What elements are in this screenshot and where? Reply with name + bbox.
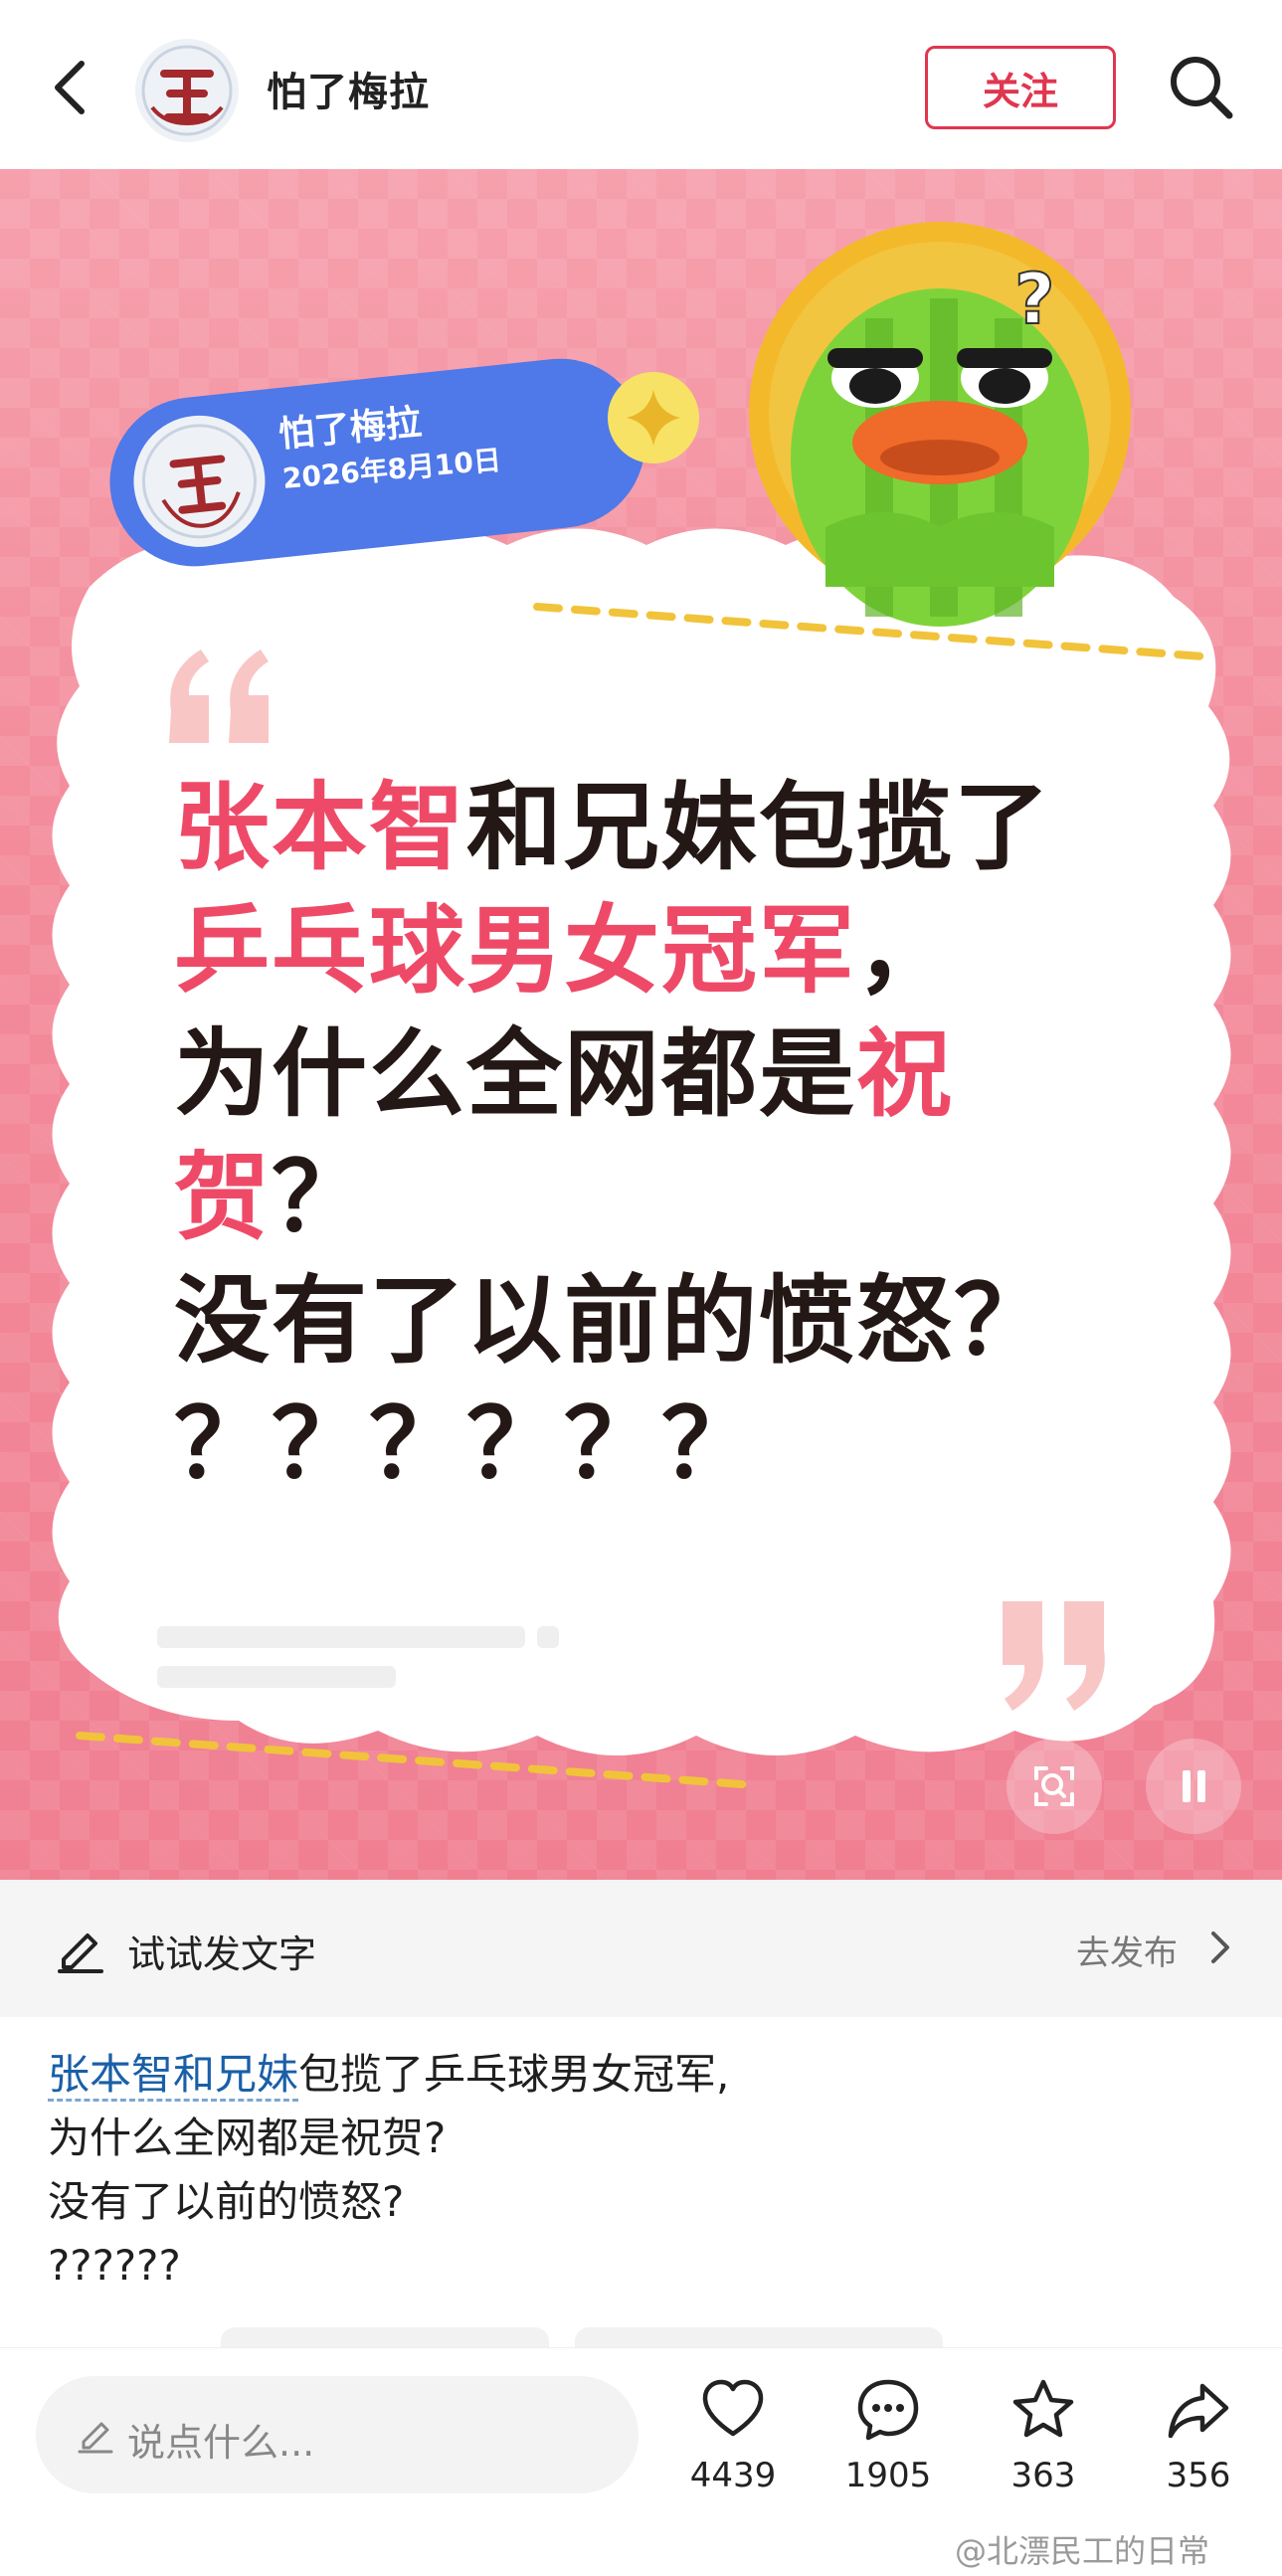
quote-segment: ？？？？？？ (174, 1388, 759, 1500)
scan-button[interactable] (1007, 1739, 1102, 1834)
author-name[interactable]: 怕了梅拉 (267, 60, 430, 117)
post-body: 张本智和兄妹包揽了乒乓球男女冠军, 为什么全网都是祝贺? 没有了以前的愤怒? ?… (48, 2043, 1241, 2298)
post-line-4: ?????? (48, 2241, 181, 2290)
quote-segment: 为什么全网都是 (174, 1018, 856, 1130)
quote-line: 张本智和兄妹包揽了 (174, 766, 1129, 889)
pause-icon (1183, 1770, 1205, 1802)
top-header: 怕了梅拉 关注 (0, 0, 1282, 169)
quote-segment: ， (856, 895, 954, 1007)
quote-segment: ？ (272, 1142, 369, 1253)
publish-link[interactable]: 去发布 (1076, 1926, 1178, 1974)
back-button[interactable] (40, 50, 99, 125)
like-count: 4439 (689, 2456, 777, 2495)
post-line-2: 为什么全网都是祝贺? (48, 2114, 447, 2162)
share-arrow-icon (1168, 2383, 1229, 2439)
share-button[interactable]: 356 (1134, 2376, 1263, 2525)
search-icon (1171, 57, 1233, 119)
placeholder-line (537, 1626, 559, 1648)
search-button[interactable] (1166, 52, 1237, 123)
placeholder-line (157, 1666, 396, 1688)
post-image-card[interactable]: ? 怕了梅拉 2026年8月10日 张本智和兄妹包揽了 乒乓球男女冠军， 为什么全网… (0, 169, 1282, 1880)
quote-line: 乒乓球男女冠军， (174, 889, 1129, 1012)
scan-icon (1034, 1766, 1074, 1806)
quote-segment: 和兄妹包揽了 (466, 772, 1051, 883)
placeholder-line (157, 1626, 525, 1648)
mention-link[interactable]: 张本智和兄妹 (48, 2050, 299, 2102)
chevron-right-icon[interactable] (1205, 1928, 1237, 1967)
comment-bubble-icon (857, 2379, 919, 2441)
pencil-icon (78, 2422, 113, 2454)
quote-highlight: 贺 (174, 1142, 272, 1253)
post-line-3: 没有了以前的愤怒? (48, 2177, 405, 2226)
comment-input[interactable]: 说点什么... (36, 2376, 639, 2493)
favorite-count: 363 (1010, 2456, 1076, 2495)
like-button[interactable]: 4439 (668, 2376, 798, 2525)
quote-line: ？？？？？？ (174, 1382, 1129, 1506)
post-line-1: 张本智和兄妹包揽了乒乓球男女冠军, (48, 2043, 1241, 2107)
question-mark: ? (1014, 259, 1055, 340)
avatar-seal-icon (135, 39, 239, 142)
quote-line: 没有了以前的愤怒？ (174, 1259, 1129, 1382)
back-arrow-icon (55, 61, 85, 114)
comment-button[interactable]: 1905 (824, 2376, 953, 2525)
quote-segment: 没有了以前的愤怒？ (174, 1265, 1051, 1377)
quote-line: 为什么全网都是祝 (174, 1012, 1129, 1136)
follow-button[interactable]: 关注 (925, 46, 1116, 129)
comment-count: 1905 (844, 2456, 932, 2495)
pencil-icon (58, 1933, 103, 1973)
try-text-label: 试试发文字 (127, 1932, 317, 1976)
heart-icon (702, 2379, 764, 2437)
quote-text: 张本智和兄妹包揽了 乒乓球男女冠军， 为什么全网都是祝 贺？ 没有了以前的愤怒？？？？？… (174, 766, 1129, 1506)
pause-button[interactable] (1146, 1739, 1241, 1834)
sparkle-icon (608, 372, 699, 463)
quote-line: 贺？ (174, 1136, 1129, 1259)
share-count: 356 (1166, 2456, 1231, 2495)
quote-highlight: 祝 (856, 1018, 954, 1130)
quote-highlight: 张本智 (174, 772, 466, 883)
quote-highlight: 乒乓球男女冠军 (174, 895, 856, 1007)
post-line-1-rest: 包揽了乒乓球男女冠军, (298, 2050, 730, 2099)
comment-placeholder: 说点什么... (127, 2421, 315, 2465)
watermark: @北漂民工的日常 (955, 2532, 1210, 2570)
favorite-button[interactable]: 363 (979, 2376, 1108, 2525)
try-text-bar[interactable]: 试试发文字 去发布 (0, 1880, 1282, 2017)
avatar[interactable] (134, 38, 240, 143)
star-icon (1012, 2379, 1074, 2438)
